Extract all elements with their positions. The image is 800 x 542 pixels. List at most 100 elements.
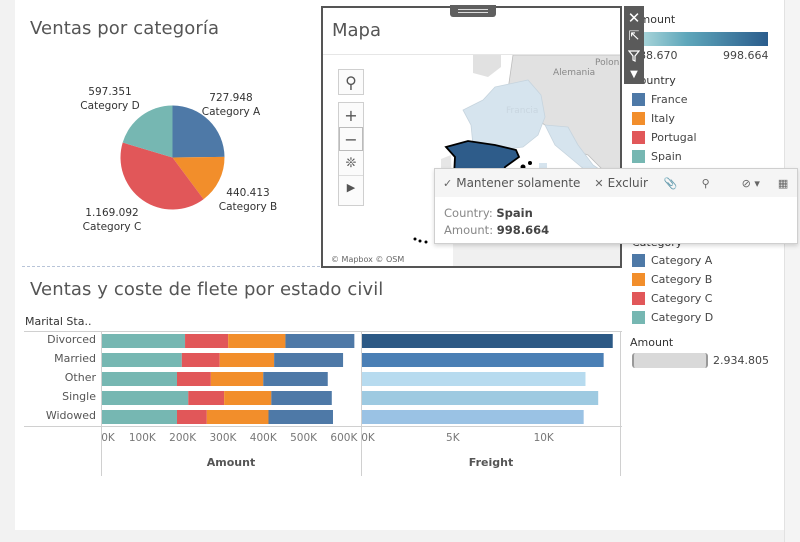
map-label-polonia: Polon <box>595 58 619 68</box>
country-legend-item[interactable]: Spain <box>632 150 682 163</box>
bar-segment-category-a[interactable] <box>268 410 333 424</box>
pin-icon[interactable]: ❊ <box>339 151 363 175</box>
map-search-control[interactable]: ⚲ <box>338 69 364 95</box>
legend-label: Italy <box>651 112 675 125</box>
bar-segment-category-b[interactable] <box>206 410 269 424</box>
bar-segment-category-c[interactable] <box>176 410 207 424</box>
tooltip-amount-value: 998.664 <box>496 223 550 237</box>
land-balearic <box>528 161 532 165</box>
category-legend-item[interactable]: Category A <box>632 254 712 267</box>
bar-segment-category-a[interactable] <box>285 334 355 348</box>
country-legend-item[interactable]: Portugal <box>632 131 697 144</box>
map-zoom-controls: + − ❊ ▶ <box>338 102 364 206</box>
legend-swatch <box>632 292 645 305</box>
row-label[interactable]: Widowed <box>24 409 96 422</box>
bar-segment-category-b[interactable] <box>210 372 264 386</box>
exclude-button[interactable]: ✕ Excluir <box>594 176 648 190</box>
bar-segment-category-d[interactable] <box>102 410 177 424</box>
pie-data-label: 440.413 Category B <box>219 186 278 214</box>
country-legend-item[interactable]: Italy <box>632 112 675 125</box>
legend-swatch <box>632 131 645 144</box>
bar-segment-category-d[interactable] <box>102 334 186 348</box>
country-legend-item[interactable]: France <box>632 93 688 106</box>
pie-data-label: 727.948 Category A <box>202 91 260 119</box>
tooltip-amount-key: Amount: <box>444 223 494 237</box>
bar-segment-category-a[interactable] <box>271 391 332 405</box>
freight-tick-label: 10K <box>533 432 554 444</box>
filter-icon[interactable] <box>624 46 644 65</box>
bar-segment-category-d[interactable] <box>102 391 189 405</box>
bar-segment-category-b[interactable] <box>228 334 286 348</box>
pie-category-label: Category B <box>218 201 278 213</box>
legend-swatch <box>632 112 645 125</box>
pie-data-label: 597.351 Category D <box>80 85 139 113</box>
legend-label: Portugal <box>651 131 697 144</box>
amount-tick-label: 500K <box>290 432 318 444</box>
pie-value-label: 597.351 <box>88 86 132 98</box>
land-canary <box>413 237 417 241</box>
pie-value-label: 727.948 <box>209 92 253 104</box>
bar-segment-category-b[interactable] <box>224 391 272 405</box>
row-label[interactable]: Divorced <box>24 333 96 346</box>
row-label[interactable]: Married <box>24 352 96 365</box>
amount-color-gradient <box>632 32 768 46</box>
pie-value-label: 440.413 <box>226 187 270 199</box>
legend-swatch <box>632 150 645 163</box>
check-icon: ✓ <box>443 176 453 190</box>
open-external-icon[interactable]: ⇱ <box>624 27 644 46</box>
land-canary <box>424 240 428 244</box>
bar-segment-category-c[interactable] <box>188 391 225 405</box>
freight-bar[interactable] <box>362 391 599 405</box>
bar-segment-category-c[interactable] <box>181 353 220 367</box>
bars-chart-title: Ventas y coste de flete por estado civil <box>30 279 384 300</box>
freight-bar[interactable] <box>362 410 584 424</box>
bar-segment-category-d[interactable] <box>102 353 182 367</box>
freight-pane-right-border <box>620 331 621 476</box>
row-header-marital-status[interactable]: Marital Sta.. <box>25 315 91 328</box>
freight-bar[interactable] <box>362 334 613 348</box>
zoom-in-icon[interactable]: + <box>339 103 363 127</box>
map-attribution[interactable]: © Mapbox © OSM <box>331 255 404 264</box>
legend-label: Category A <box>651 254 713 267</box>
row-label[interactable]: Single <box>24 390 96 403</box>
land-uk <box>473 55 501 77</box>
play-icon[interactable]: ▶ <box>339 175 363 199</box>
legend-label: Category D <box>651 311 714 324</box>
mark-label-button[interactable]: ⊘ ▾ <box>742 177 764 190</box>
x-icon: ✕ <box>594 176 604 190</box>
zoom-out-icon[interactable]: − <box>339 127 363 151</box>
bar-segment-category-b[interactable] <box>219 353 275 367</box>
bar-segment-category-a[interactable] <box>263 372 328 386</box>
freight-bar[interactable] <box>362 372 586 386</box>
category-legend-item[interactable]: Category B <box>632 273 712 286</box>
group-members-button[interactable]: 📎 <box>664 177 682 190</box>
map-label-francia: Francia <box>506 106 538 116</box>
size-legend-bar <box>632 353 708 368</box>
category-legend-item[interactable]: Category D <box>632 311 713 324</box>
land-canary <box>418 239 422 243</box>
size-legend-value: 2.934.805 <box>713 354 769 367</box>
create-set-button[interactable]: ⚲ <box>702 177 714 190</box>
freight-axis-title: Freight <box>468 456 514 469</box>
row-label[interactable]: Other <box>24 371 96 384</box>
drag-handle[interactable] <box>450 5 496 17</box>
legend-label: Spain <box>651 150 682 163</box>
freight-bar[interactable] <box>362 353 604 367</box>
bar-segment-category-a[interactable] <box>274 353 344 367</box>
keep-only-button[interactable]: ✓ Mantener solamente <box>443 176 580 190</box>
tooltip-actions: ✓ Mantener solamente ✕ Excluir 📎 ⚲ ⊘ ▾ ▦ <box>435 169 797 197</box>
tooltip-country-key: Country: <box>444 206 493 220</box>
close-icon[interactable]: ✕ <box>624 8 644 27</box>
more-options-icon[interactable]: ▼ <box>624 65 644 84</box>
legend-label: Category C <box>651 292 713 305</box>
view-data-button[interactable]: ▦ <box>778 177 792 190</box>
category-legend-item[interactable]: Category C <box>632 292 712 305</box>
bar-segment-category-c[interactable] <box>176 372 211 386</box>
tooltip-country-value: Spain <box>496 206 533 220</box>
legend-swatch <box>632 254 645 267</box>
bar-segment-category-c[interactable] <box>185 334 229 348</box>
search-icon[interactable]: ⚲ <box>339 70 363 94</box>
legend-label: France <box>651 93 688 106</box>
bar-segment-category-d[interactable] <box>102 372 177 386</box>
amount-axis-title: Amount <box>206 456 256 469</box>
